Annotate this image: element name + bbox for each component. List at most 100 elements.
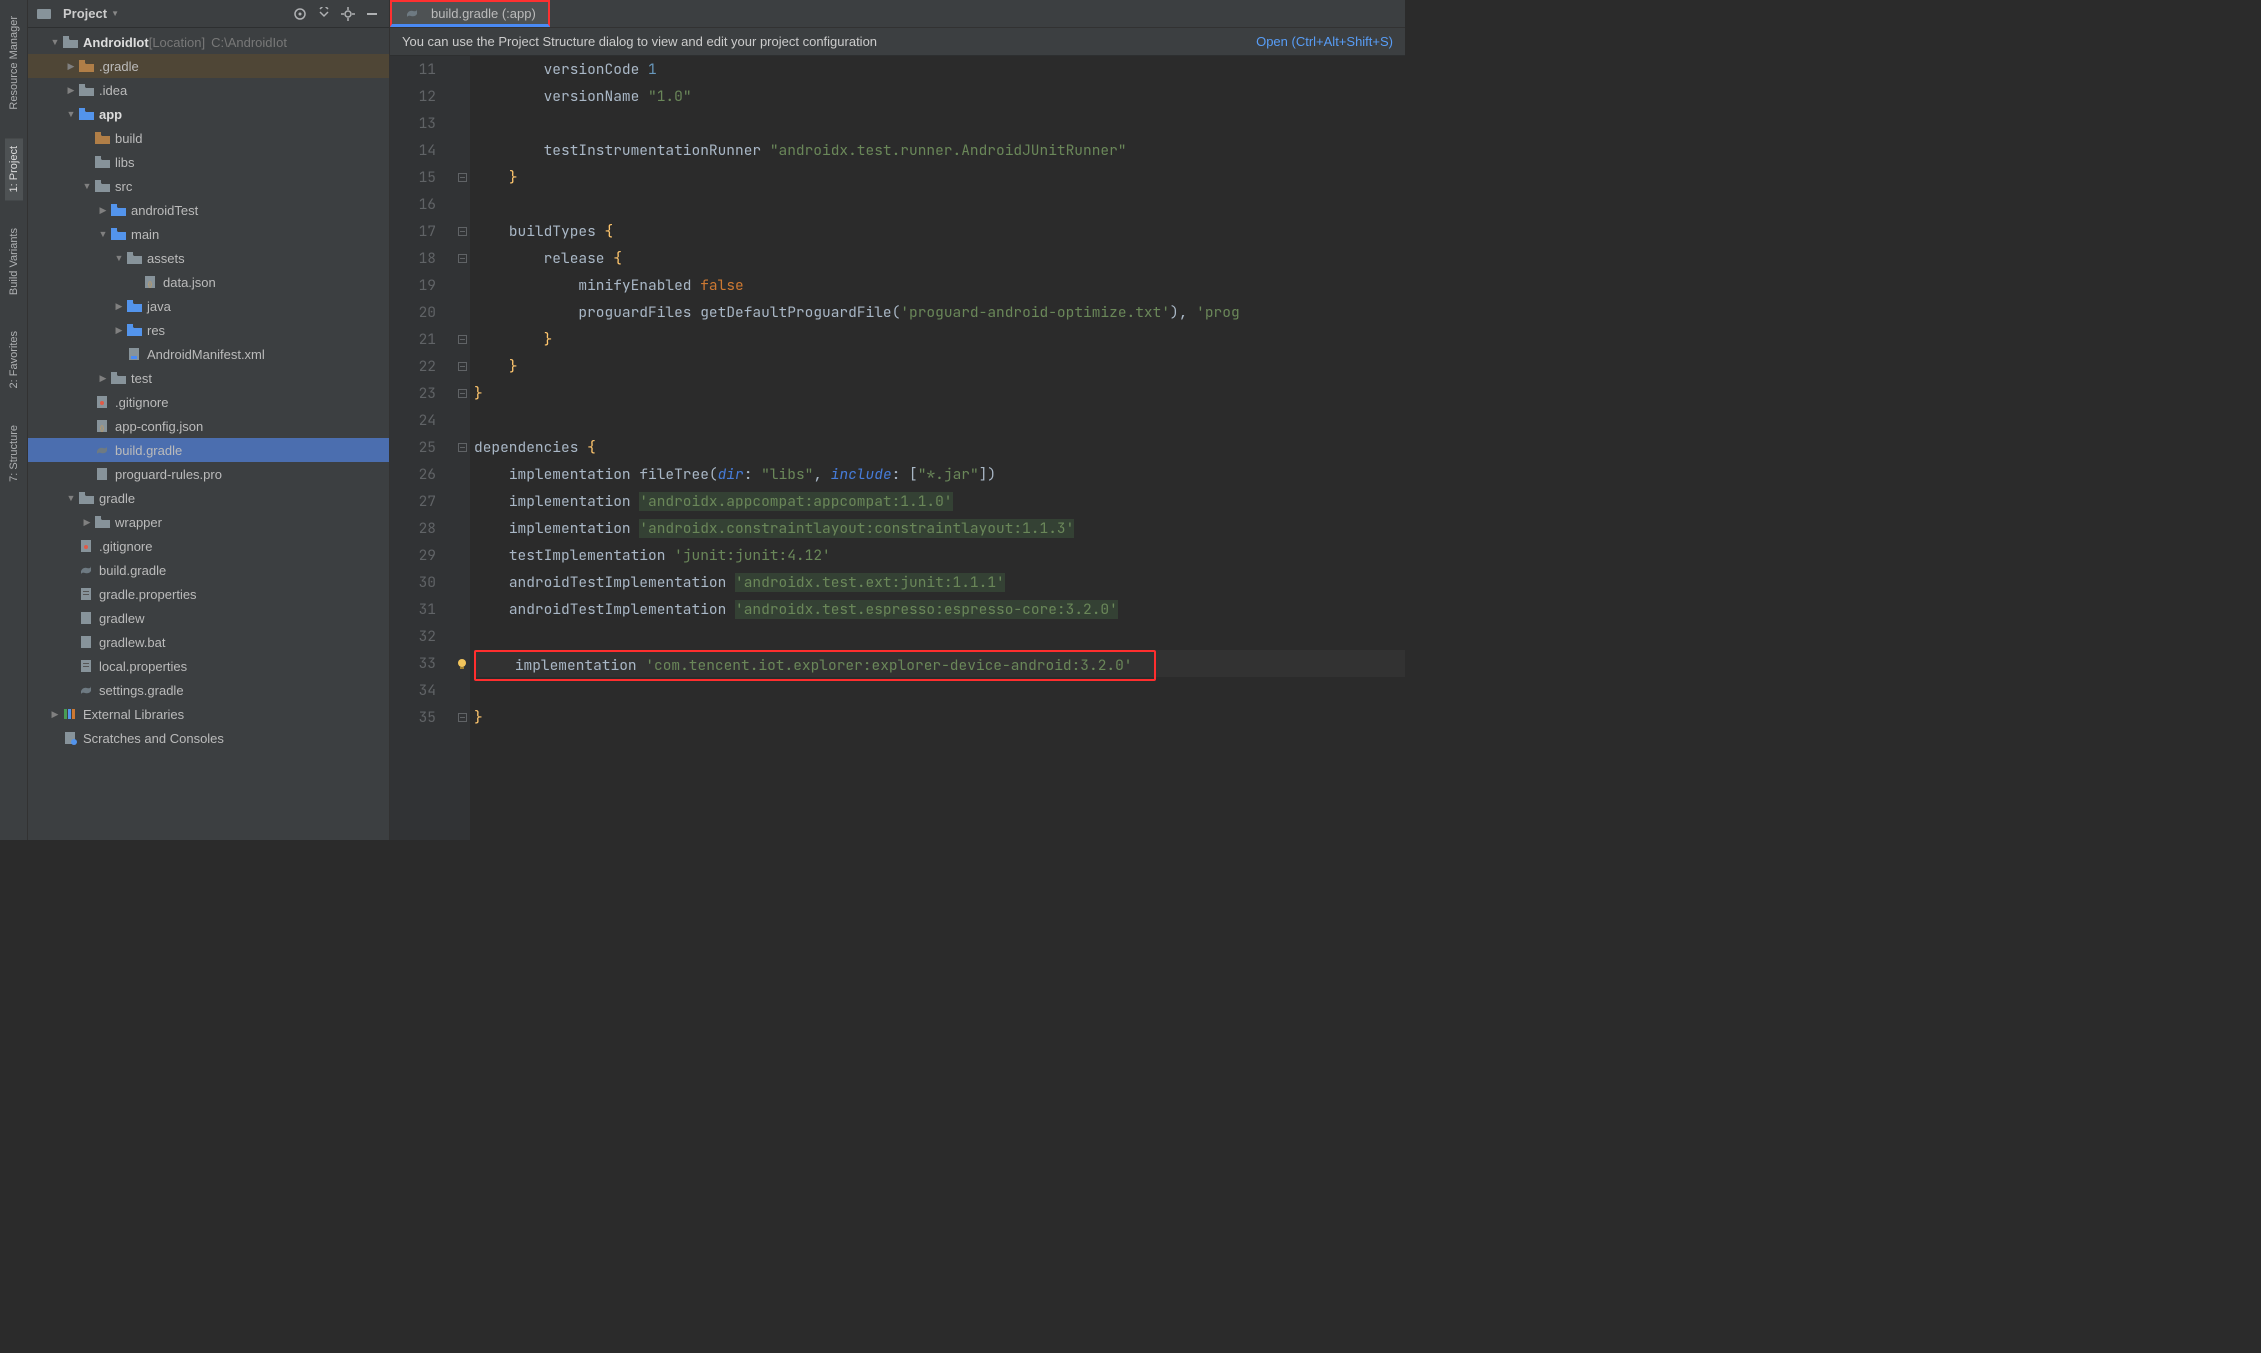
line-number[interactable]: 35 [390, 704, 436, 731]
tree-folder[interactable]: ▶Scratches and Consoles [28, 726, 389, 750]
tree-folder[interactable]: ▶build [28, 126, 389, 150]
expand-arrow-icon[interactable]: ▶ [96, 205, 110, 216]
code-line[interactable]: implementation fileTree(dir: "libs", inc… [474, 461, 1405, 488]
code-line[interactable]: } [474, 704, 1405, 731]
line-number[interactable]: 32 [390, 623, 436, 650]
tree-folder[interactable]: ▶libs [28, 150, 389, 174]
tree-file[interactable]: ▶build.gradle [28, 558, 389, 582]
gear-icon[interactable] [339, 5, 357, 23]
line-number[interactable]: 22 [390, 353, 436, 380]
code-line[interactable]: versionName "1.0" [474, 83, 1405, 110]
expand-arrow-icon[interactable]: ▼ [64, 493, 78, 503]
tree-folder[interactable]: ▶.idea [28, 78, 389, 102]
code-line[interactable]: proguardFiles getDefaultProguardFile('pr… [474, 299, 1405, 326]
tree-file[interactable]: ▶.gitignore [28, 534, 389, 558]
expand-arrow-icon[interactable]: ▼ [48, 37, 62, 47]
line-number[interactable]: 25 [390, 434, 436, 461]
line-number[interactable]: 19 [390, 272, 436, 299]
tree-file[interactable]: ▶{}data.json [28, 270, 389, 294]
code-line[interactable]: androidTestImplementation 'androidx.test… [474, 596, 1405, 623]
line-number[interactable]: 14 [390, 137, 436, 164]
target-icon[interactable] [291, 5, 309, 23]
tab-build-gradle[interactable]: build.gradle (:app) [390, 0, 550, 27]
code-line[interactable]: } [474, 380, 1405, 407]
line-number[interactable]: 33 [390, 650, 436, 677]
code-line[interactable]: implementation 'androidx.appcompat:appco… [474, 488, 1405, 515]
line-number[interactable]: 12 [390, 83, 436, 110]
fold-marker[interactable] [454, 434, 470, 461]
expand-arrow-icon[interactable]: ▶ [64, 85, 78, 96]
tree-folder[interactable]: ▶androidTest [28, 198, 389, 222]
tree-file[interactable]: ▶AndroidManifest.xml [28, 342, 389, 366]
code-text[interactable]: versionCode 1 versionName "1.0" testInst… [470, 56, 1405, 840]
tree-folder[interactable]: ▼gradle [28, 486, 389, 510]
line-number[interactable]: 16 [390, 191, 436, 218]
code-line[interactable]: buildTypes { [474, 218, 1405, 245]
info-link[interactable]: Open (Ctrl+Alt+Shift+S) [1256, 34, 1393, 49]
expand-arrow-icon[interactable]: ▼ [80, 181, 94, 191]
code-line[interactable]: } [474, 326, 1405, 353]
tree-folder[interactable]: ▼main [28, 222, 389, 246]
expand-arrow-icon[interactable]: ▼ [112, 253, 126, 263]
code-line[interactable]: minifyEnabled false [474, 272, 1405, 299]
expand-arrow-icon[interactable]: ▶ [80, 517, 94, 528]
code-line[interactable]: } [474, 164, 1405, 191]
tree-file[interactable]: ▶gradlew [28, 606, 389, 630]
tree-file[interactable]: ▶.gitignore [28, 390, 389, 414]
line-number[interactable]: 17 [390, 218, 436, 245]
tree-file[interactable]: ▶local.properties [28, 654, 389, 678]
code-line[interactable] [474, 407, 1405, 434]
line-number[interactable]: 24 [390, 407, 436, 434]
tree-file[interactable]: ▶settings.gradle [28, 678, 389, 702]
code-line[interactable]: implementation 'androidx.constraintlayou… [474, 515, 1405, 542]
code-line[interactable]: implementation 'com.tencent.iot.explorer… [474, 650, 1405, 677]
fold-marker[interactable] [454, 704, 470, 731]
expand-arrow-icon[interactable]: ▶ [96, 373, 110, 384]
code-line[interactable]: } [474, 353, 1405, 380]
line-number[interactable]: 20 [390, 299, 436, 326]
expand-arrow-icon[interactable]: ▶ [64, 61, 78, 72]
gutter-tab[interactable]: Resource Manager [5, 8, 23, 118]
intention-bulb-icon[interactable] [454, 650, 470, 677]
fold-marker[interactable] [454, 218, 470, 245]
tree-folder[interactable]: ▶wrapper [28, 510, 389, 534]
gutter-tab[interactable]: Build Variants [5, 220, 23, 303]
line-number[interactable]: 34 [390, 677, 436, 704]
expand-arrow-icon[interactable]: ▼ [64, 109, 78, 119]
expand-arrow-icon[interactable]: ▶ [112, 325, 126, 336]
tree-folder[interactable]: ▶java [28, 294, 389, 318]
expand-arrow-icon[interactable]: ▼ [96, 229, 110, 239]
tree-folder[interactable]: ▶test [28, 366, 389, 390]
line-number[interactable]: 15 [390, 164, 436, 191]
line-number[interactable]: 21 [390, 326, 436, 353]
gutter-tab[interactable]: 7: Structure [5, 417, 23, 490]
tree-folder[interactable]: ▼src [28, 174, 389, 198]
fold-marker[interactable] [454, 380, 470, 407]
fold-marker[interactable] [454, 245, 470, 272]
fold-marker[interactable] [454, 353, 470, 380]
sidebar-mode[interactable]: Project ▼ [63, 6, 119, 21]
gutter-tab[interactable]: 1: Project [5, 138, 23, 200]
code-line[interactable]: versionCode 1 [474, 56, 1405, 83]
line-number[interactable]: 13 [390, 110, 436, 137]
tree-folder[interactable]: ▶res [28, 318, 389, 342]
line-number[interactable]: 26 [390, 461, 436, 488]
tree-file[interactable]: ▶gradle.properties [28, 582, 389, 606]
minimize-icon[interactable] [363, 5, 381, 23]
line-number[interactable]: 18 [390, 245, 436, 272]
tree-folder[interactable]: ▶.gradle [28, 54, 389, 78]
code-line[interactable] [474, 110, 1405, 137]
code-line[interactable] [474, 623, 1405, 650]
line-number[interactable]: 30 [390, 569, 436, 596]
tree-file[interactable]: ▶proguard-rules.pro [28, 462, 389, 486]
tree-file[interactable]: ▶{}app-config.json [28, 414, 389, 438]
tree-folder[interactable]: ▼app [28, 102, 389, 126]
fold-marker[interactable] [454, 164, 470, 191]
fold-marker[interactable] [454, 326, 470, 353]
line-number[interactable]: 31 [390, 596, 436, 623]
project-tree[interactable]: ▼AndroidIot [Location]C:\AndroidIot▶.gra… [28, 28, 389, 840]
code-line[interactable]: testInstrumentationRunner "androidx.test… [474, 137, 1405, 164]
fold-gutter[interactable] [454, 56, 470, 840]
line-number[interactable]: 11 [390, 56, 436, 83]
line-gutter[interactable]: 1112131415161718192021222324252627282930… [390, 56, 454, 840]
